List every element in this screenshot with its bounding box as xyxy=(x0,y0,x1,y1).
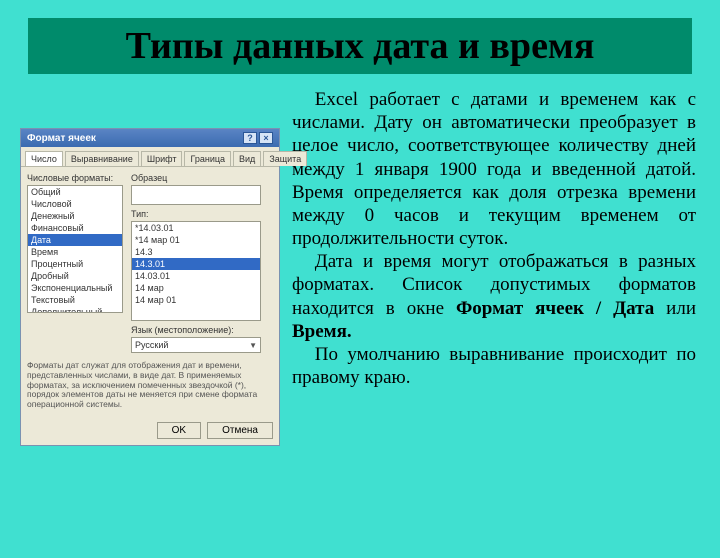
list-item[interactable]: Экспоненциальный xyxy=(28,282,122,294)
close-icon[interactable]: × xyxy=(259,132,273,144)
list-item[interactable]: Числовой xyxy=(28,198,122,210)
list-item[interactable]: Процентный xyxy=(28,258,122,270)
paragraph: Excel работает с датами и временем как с… xyxy=(292,88,696,250)
chevron-down-icon: ▼ xyxy=(249,341,257,350)
list-item[interactable]: Текстовый xyxy=(28,294,122,306)
list-item[interactable]: Денежный xyxy=(28,210,122,222)
list-item[interactable]: *14 мар 01 xyxy=(132,234,260,246)
tab-font[interactable]: Шрифт xyxy=(141,151,183,166)
list-item[interactable]: 14.3.01 xyxy=(132,258,260,270)
cancel-button[interactable]: Отмена xyxy=(207,422,273,439)
language-value: Русский xyxy=(135,340,168,350)
paragraph: Дата и время могут отображаться в разных… xyxy=(292,250,696,343)
list-item[interactable]: Время xyxy=(28,246,122,258)
type-label: Тип: xyxy=(131,209,261,219)
dialog-tabs: Число Выравнивание Шрифт Граница Вид Защ… xyxy=(21,147,279,167)
dialog-buttons: OK Отмена xyxy=(21,416,279,445)
explanation-text: Excel работает с датами и временем как с… xyxy=(292,84,696,389)
categories-label: Числовые форматы: xyxy=(27,173,123,183)
dialog-description: Форматы дат служат для отображения дат и… xyxy=(27,361,273,410)
list-item[interactable]: 14.03.01 xyxy=(132,270,260,282)
bold-text: Формат ячеек / Дата xyxy=(456,298,654,319)
paragraph: По умолчанию выравнивание происходит по … xyxy=(292,343,696,389)
list-item[interactable]: *14.03.01 xyxy=(132,222,260,234)
list-item[interactable]: Финансовый xyxy=(28,222,122,234)
list-item[interactable]: Дата xyxy=(28,234,122,246)
dialog-body: Числовые форматы: Общий Числовой Денежны… xyxy=(21,167,279,416)
tab-protection[interactable]: Защита xyxy=(263,151,307,166)
categories-list[interactable]: Общий Числовой Денежный Финансовый Дата … xyxy=(27,185,123,313)
tab-view[interactable]: Вид xyxy=(233,151,261,166)
title-banner: Типы данных дата и время xyxy=(28,18,692,74)
help-icon[interactable]: ? xyxy=(243,132,257,144)
content-row: Формат ячеек ? × Число Выравнивание Шриф… xyxy=(0,84,720,446)
type-list[interactable]: *14.03.01 *14 мар 01 14.3 14.3.01 14.03.… xyxy=(131,221,261,321)
sample-label: Образец xyxy=(131,173,261,183)
tab-number[interactable]: Число xyxy=(25,151,63,166)
ok-button[interactable]: OK xyxy=(157,422,201,439)
list-item[interactable]: 14.3 xyxy=(132,246,260,258)
page-title: Типы данных дата и время xyxy=(42,24,678,68)
list-item[interactable]: Дополнительный xyxy=(28,306,122,313)
tab-alignment[interactable]: Выравнивание xyxy=(65,151,139,166)
list-item[interactable]: 14 мар xyxy=(132,282,260,294)
language-label: Язык (местоположение): xyxy=(131,325,261,335)
language-select[interactable]: Русский ▼ xyxy=(131,337,261,353)
list-item[interactable]: 14 мар 01 xyxy=(132,294,260,306)
tab-border[interactable]: Граница xyxy=(184,151,231,166)
dialog-title: Формат ячеек xyxy=(27,133,96,144)
bold-text: Время. xyxy=(292,321,352,342)
list-item[interactable]: Дробный xyxy=(28,270,122,282)
window-buttons: ? × xyxy=(243,132,273,144)
sample-box xyxy=(131,185,261,205)
dialog-titlebar: Формат ячеек ? × xyxy=(21,129,279,147)
format-cells-dialog: Формат ячеек ? × Число Выравнивание Шриф… xyxy=(20,128,280,446)
list-item[interactable]: Общий xyxy=(28,186,122,198)
